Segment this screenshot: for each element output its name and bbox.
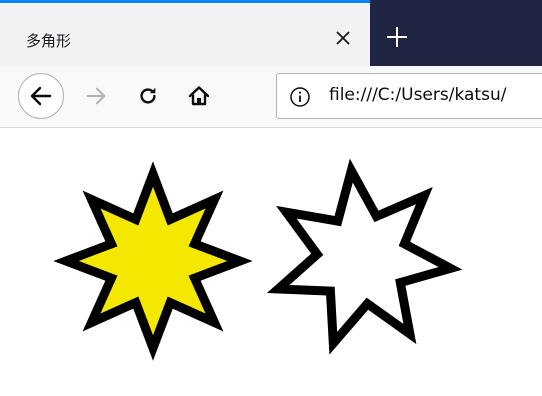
stars-canvas: [53, 158, 463, 361]
home-icon[interactable]: [182, 80, 216, 112]
back-arrow-icon[interactable]: [18, 73, 64, 119]
reload-icon[interactable]: [132, 80, 164, 112]
tab-active[interactable]: 多角形: [0, 0, 370, 66]
forward-arrow-icon[interactable]: [80, 80, 112, 112]
info-icon[interactable]: [289, 86, 311, 108]
tab-title: 多角形: [26, 32, 72, 50]
page-content: [0, 128, 542, 396]
tab-strip: 多角形: [0, 0, 542, 66]
filled-star: [53, 161, 253, 361]
url-bar[interactable]: file:///C:/Users/katsu/: [276, 73, 542, 119]
close-icon[interactable]: [333, 28, 353, 48]
plus-icon[interactable]: [382, 22, 412, 52]
outline-star: [266, 158, 463, 355]
url-text[interactable]: file:///C:/Users/katsu/: [329, 85, 506, 105]
navigation-toolbar: file:///C:/Users/katsu/: [0, 66, 542, 128]
